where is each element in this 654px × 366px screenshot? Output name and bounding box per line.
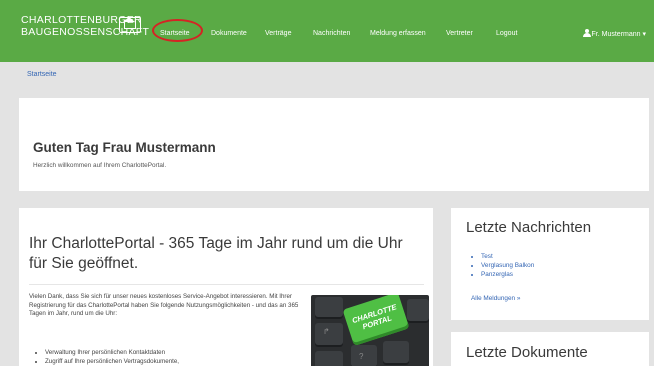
nav-meldung-erfassen[interactable]: Meldung erfassen: [370, 30, 426, 37]
keyboard-key: [315, 297, 343, 319]
question-mark-glyph: ?: [359, 352, 364, 361]
keyboard-key: [383, 341, 409, 365]
charlotte-portal-keyboard-image: CHARLOTTE PORTAL ? ↱: [311, 295, 429, 366]
brand-logo[interactable]: CHARLOTTENBURGER BAUGENOSSENSCHAFT: [21, 14, 149, 38]
news-item-verglasung-balkon[interactable]: Verglasung Balkon: [481, 261, 534, 270]
list-item: Zugriff auf Ihre persönlichen Vertragsdo…: [45, 357, 179, 366]
top-navbar: CHARLOTTENBURGER BAUGENOSSENSCHAFT Start…: [0, 0, 654, 62]
user-icon: [582, 29, 591, 37]
news-list: Test Verglasung Balkon Panzerglas: [481, 252, 534, 279]
breadcrumb[interactable]: Startseite: [27, 71, 57, 78]
charlotte-portal-key: CHARLOTTE PORTAL: [342, 295, 410, 347]
nav-vertreter[interactable]: Vertreter: [446, 30, 473, 37]
keyboard-key: [315, 351, 343, 366]
greeting-panel: Guten Tag Frau Mustermann Herzlich willk…: [19, 98, 649, 191]
chevron-down-icon: ▾: [642, 31, 646, 38]
user-name: Fr. Mustermann: [591, 31, 641, 38]
user-menu[interactable]: Fr. Mustermann ▾: [582, 29, 646, 38]
documents-title: Letzte Dokumente: [466, 344, 588, 361]
all-messages-link[interactable]: Alle Meldungen »: [471, 295, 520, 302]
nav-vertraege[interactable]: Verträge: [265, 30, 291, 37]
arrow-glyph: ↱: [323, 327, 330, 336]
divider: [29, 284, 424, 285]
greeting-title: Guten Tag Frau Mustermann: [33, 140, 216, 155]
list-item: Verwaltung Ihrer persönlichen Kontaktdat…: [45, 348, 179, 357]
main-body-text: Vielen Dank, dass Sie sich für unser neu…: [29, 293, 299, 318]
feature-list: Verwaltung Ihrer persönlichen Kontaktdat…: [45, 348, 179, 366]
news-title: Letzte Nachrichten: [466, 219, 592, 236]
documents-panel: Letzte Dokumente: [451, 332, 649, 366]
nav-nachrichten[interactable]: Nachrichten: [313, 30, 350, 37]
main-panel: Ihr CharlottePortal - 365 Tage im Jahr r…: [19, 208, 433, 366]
keyboard-key: [351, 345, 377, 366]
news-item-test[interactable]: Test: [481, 252, 534, 261]
main-title: Ihr CharlottePortal - 365 Tage im Jahr r…: [29, 235, 403, 272]
news-item-panzerglas[interactable]: Panzerglas: [481, 270, 534, 279]
news-panel: Letzte Nachrichten Test Verglasung Balko…: [451, 208, 649, 320]
nav-dokumente[interactable]: Dokumente: [211, 30, 247, 37]
nav-logout[interactable]: Logout: [496, 30, 517, 37]
keyboard-key: [407, 299, 429, 323]
house-logo-icon: [119, 17, 141, 33]
nav-startseite[interactable]: Startseite: [160, 30, 190, 37]
greeting-subtitle: Herzlich willkommen auf Ihrem CharlotteP…: [33, 162, 167, 169]
